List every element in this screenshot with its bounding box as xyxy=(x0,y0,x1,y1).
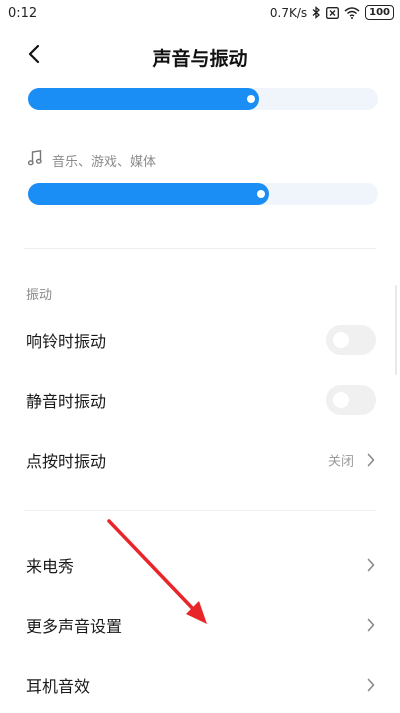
ring-vibrate-label: 响铃时振动 xyxy=(26,332,107,351)
wifi-icon xyxy=(344,6,360,19)
music-note-icon xyxy=(27,149,42,170)
headphone-effects-label: 耳机音效 xyxy=(26,677,91,696)
headphone-effects-row[interactable]: 耳机音效 xyxy=(0,655,400,713)
touch-vibrate-row[interactable]: 点按时振动 关闭 xyxy=(0,430,400,490)
status-icons: 0.7K/s 100 xyxy=(270,5,394,20)
volume-slider-top[interactable] xyxy=(28,88,378,110)
volume-slider-knob[interactable] xyxy=(247,95,255,103)
toggle-knob xyxy=(333,392,349,408)
media-volume-slider[interactable] xyxy=(28,183,378,205)
divider xyxy=(24,248,376,249)
sim-x-icon xyxy=(326,6,340,19)
toggle-knob xyxy=(333,332,349,348)
media-volume-label: 音乐、游戏、媒体 xyxy=(27,149,157,170)
battery-icon: 100 xyxy=(365,5,394,20)
more-sound-settings-label: 更多声音设置 xyxy=(26,617,123,636)
chevron-right-icon xyxy=(364,677,378,693)
divider xyxy=(24,510,376,511)
network-speed: 0.7K/s xyxy=(269,5,308,20)
bluetooth-icon xyxy=(312,6,321,19)
silent-vibrate-toggle[interactable] xyxy=(326,385,376,415)
status-time: 0:12 xyxy=(8,6,38,21)
status-bar: 0:12 0.7K/s 100 xyxy=(0,0,400,28)
more-sound-settings-row[interactable]: 更多声音设置 xyxy=(0,595,400,655)
ring-vibrate-row[interactable]: 响铃时振动 xyxy=(0,310,400,370)
media-volume-text: 音乐、游戏、媒体 xyxy=(52,154,157,170)
silent-vibrate-row[interactable]: 静音时振动 xyxy=(0,370,400,430)
page-title: 声音与振动 xyxy=(152,48,248,70)
chevron-right-icon xyxy=(364,617,378,633)
scrollbar[interactable] xyxy=(395,285,397,375)
chevron-right-icon xyxy=(364,452,378,468)
touch-vibrate-label: 点按时振动 xyxy=(26,452,107,471)
volume-slider-fill xyxy=(28,88,259,110)
media-slider-fill xyxy=(28,183,269,205)
silent-vibrate-label: 静音时振动 xyxy=(26,392,107,411)
media-slider-knob[interactable] xyxy=(257,190,265,198)
ring-vibrate-toggle[interactable] xyxy=(326,325,376,355)
chevron-right-icon xyxy=(364,557,378,573)
header: 声音与振动 xyxy=(0,28,400,84)
touch-vibrate-value: 关闭 xyxy=(327,454,354,470)
ringtone-show-label: 来电秀 xyxy=(26,557,75,576)
ringtone-show-row[interactable]: 来电秀 xyxy=(0,535,400,595)
vibration-section-title: 振动 xyxy=(26,288,53,303)
